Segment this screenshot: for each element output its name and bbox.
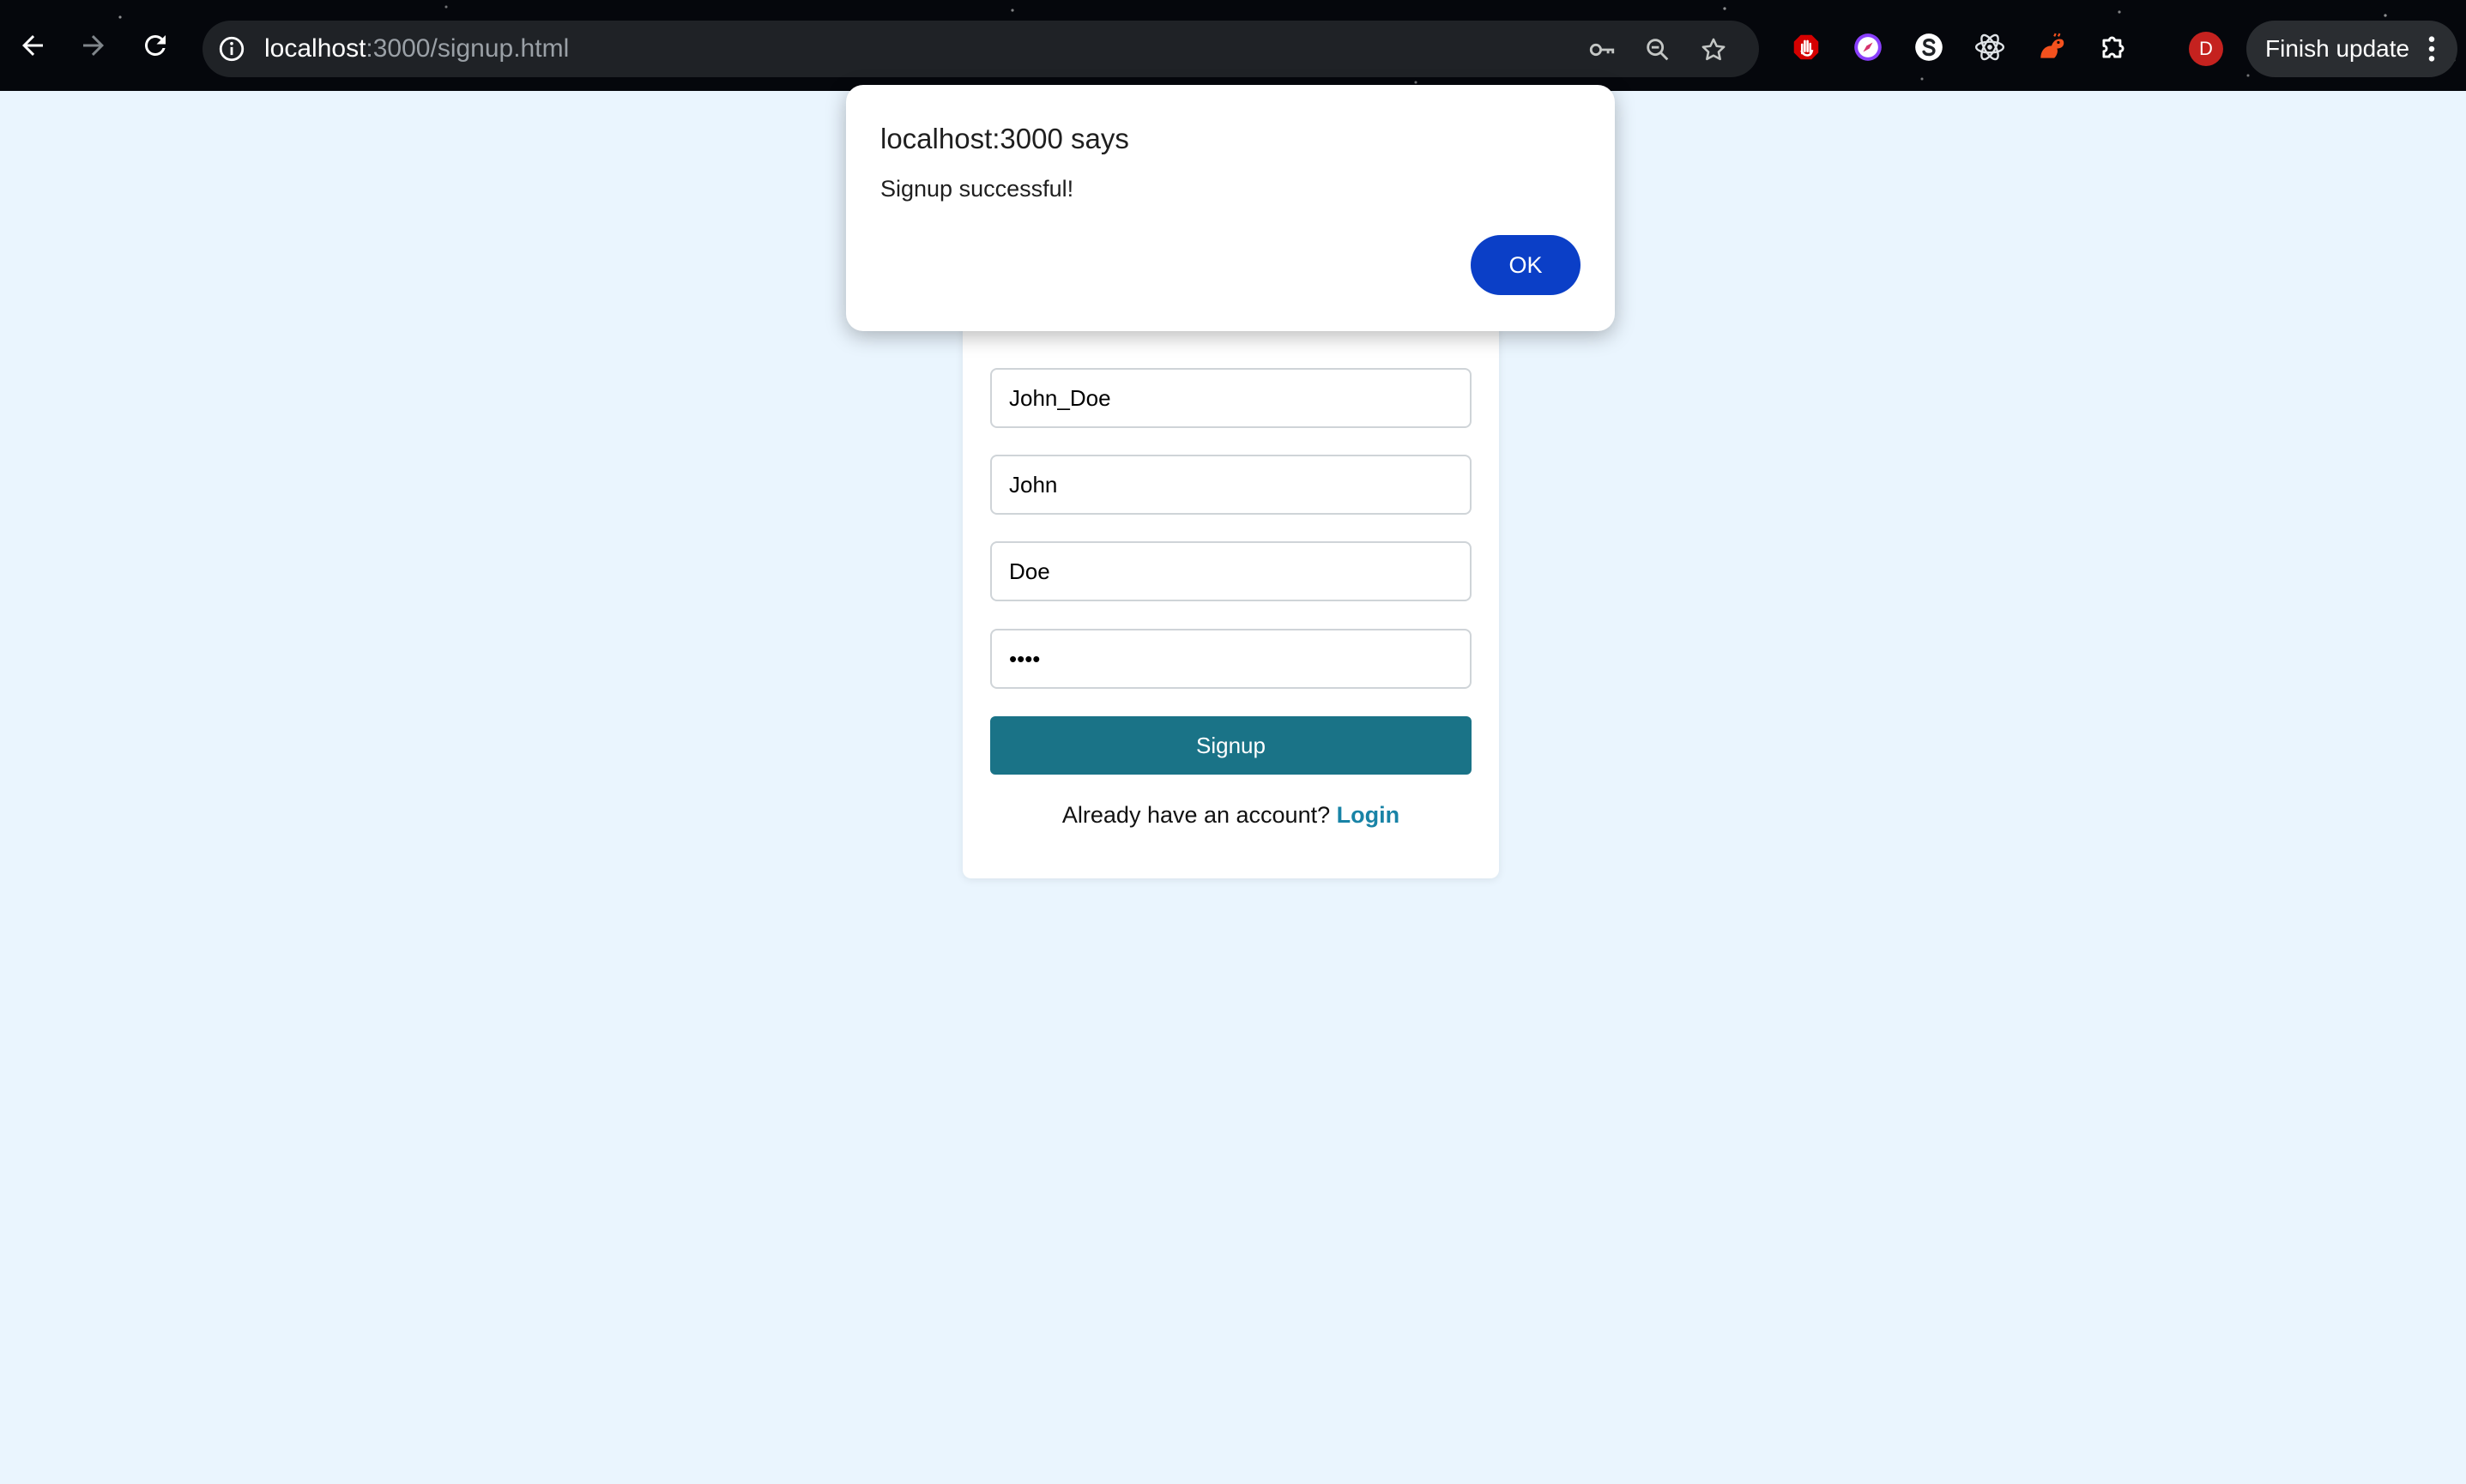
login-prompt-text: Already have an account?	[1061, 802, 1331, 828]
squirrel-icon	[2040, 33, 2064, 58]
url-host: localhost	[264, 34, 366, 63]
arrow-left-icon	[22, 35, 43, 56]
forward-button[interactable]	[72, 24, 115, 67]
extension-s-button[interactable]	[1912, 30, 1946, 64]
extension-compass-button[interactable]	[1851, 30, 1885, 64]
browser-menu-button[interactable]	[2420, 33, 2444, 64]
address-bar[interactable]: localhost:3000/signup.html	[202, 21, 1759, 77]
signup-button[interactable]: Signup	[990, 716, 1472, 775]
zoom-out-icon	[1647, 39, 1669, 61]
dialog-message: Signup successful!	[880, 176, 1074, 202]
ok-button[interactable]: OK	[1471, 235, 1581, 295]
star-icon	[1701, 38, 1726, 61]
dialog-title: localhost:3000 says	[880, 123, 1129, 154]
hand-stop-icon	[1793, 34, 1819, 60]
reload-icon	[144, 34, 166, 56]
arrow-right-icon	[83, 35, 104, 56]
signup-card: Signup Already have an account? Login	[963, 317, 1499, 878]
finish-update-label: Finish update	[2265, 35, 2410, 62]
login-link[interactable]: Login	[1337, 802, 1399, 828]
extensions-menu-button[interactable]	[2096, 30, 2131, 64]
extension-adblock-button[interactable]	[1789, 30, 1823, 64]
kebab-menu-icon	[2428, 36, 2435, 62]
reload-button[interactable]	[134, 24, 177, 67]
alert-dialog: localhost:3000 says Signup successful! O…	[846, 85, 1615, 331]
back-button[interactable]	[11, 24, 54, 67]
login-prompt-row: Already have an account? Login	[963, 802, 1499, 829]
info-icon	[219, 36, 245, 62]
site-info-button[interactable]	[213, 30, 251, 68]
url-path: :3000/signup.html	[366, 34, 570, 63]
username-field[interactable]	[990, 368, 1472, 428]
key-icon	[1589, 43, 1615, 57]
extension-squirrel-button[interactable]	[2034, 30, 2069, 64]
passwords-button[interactable]	[1584, 32, 1620, 68]
finish-update-button[interactable]: Finish update	[2246, 21, 2457, 77]
bookmark-button[interactable]	[1695, 32, 1732, 68]
url-text[interactable]: localhost:3000/signup.html	[264, 34, 569, 63]
s-logo-icon	[1915, 33, 1943, 61]
browser-toolbar: localhost:3000/signup.html D Finish upda…	[0, 0, 2466, 91]
compass-icon	[1854, 33, 1882, 61]
zoom-button[interactable]	[1640, 32, 1676, 68]
extension-react-button[interactable]	[1973, 30, 2007, 64]
last-name-field[interactable]	[990, 541, 1472, 601]
puzzle-icon	[2102, 36, 2125, 58]
profile-avatar[interactable]: D	[2189, 32, 2223, 66]
password-field[interactable]	[990, 629, 1472, 689]
first-name-field[interactable]	[990, 455, 1472, 515]
atom-icon	[1974, 33, 2005, 61]
